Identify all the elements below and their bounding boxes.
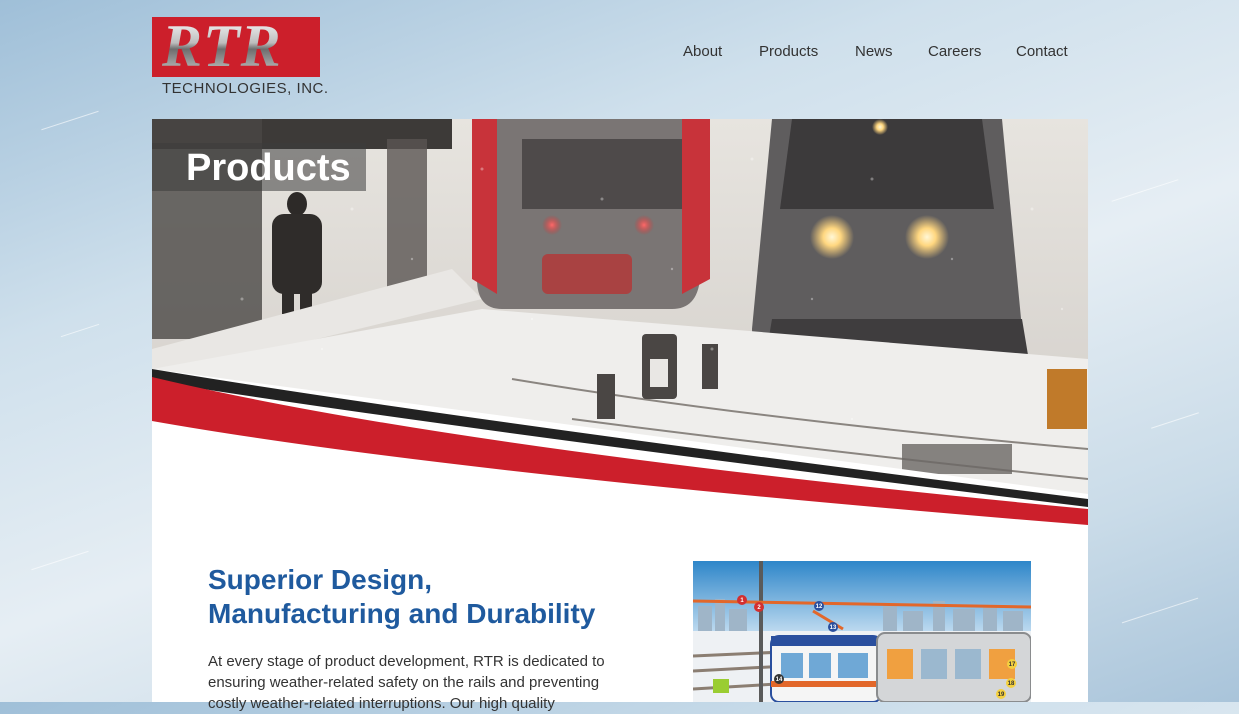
marker-17: 17 [1009,662,1016,668]
rail-diagram: 1 2 12 13 14 17 18 19 [693,561,1031,702]
main-nav: About Products News Careers Contact [665,43,1085,63]
nav-news[interactable]: News [855,43,893,60]
nav-careers[interactable]: Careers [928,43,981,60]
nav-contact[interactable]: Contact [1016,43,1068,60]
page-title: Products [186,147,351,189]
nav-products[interactable]: Products [759,43,818,60]
rail-system-illustration: 1 2 12 13 14 17 18 19 [693,561,1031,702]
marker-18: 18 [1008,681,1015,687]
marker-13: 13 [830,625,837,631]
marker-14: 14 [776,677,783,683]
marker-19: 19 [998,692,1005,698]
logo-text: RTR [162,17,282,77]
section-heading: Superior Design, Manufacturing and Durab… [208,563,628,631]
logo-red-box: RTR [152,17,320,77]
section-heading-line1: Superior Design, [208,564,433,595]
logo-subtext: TECHNOLOGIES, INC. [162,80,329,97]
marker-12: 12 [816,604,823,610]
section-heading-line2: Manufacturing and Durability [208,598,596,629]
intro-paragraph: At every stage of product development, R… [208,653,605,712]
rtr-logo[interactable]: RTR TECHNOLOGIES, INC. [152,17,328,97]
nav-about[interactable]: About [683,43,722,60]
